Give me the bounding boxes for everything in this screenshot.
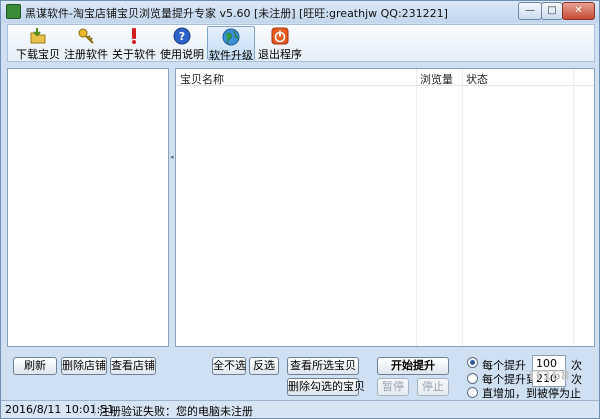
option-until-stopped-label: 直增加，到被停为止 <box>482 387 581 400</box>
status-message: 注册验证失败：您的电脑未注册 <box>99 405 253 418</box>
app-icon <box>6 4 21 19</box>
maximize-button[interactable]: □ <box>541 2 563 20</box>
power-icon <box>271 27 289 45</box>
toolbar-label: 软件升级 <box>209 49 253 62</box>
minimize-button[interactable]: — <box>518 2 542 20</box>
title-bar[interactable]: 黑谋软件-淘宝店铺宝贝浏览量提升专家 v5.60 [未注册] [旺旺:great… <box>1 1 599 23</box>
refresh-button[interactable]: 刷新 <box>13 357 57 375</box>
status-bar: 2016/8/11 10:01:51 注册验证失败：您的电脑未注册 <box>1 400 599 418</box>
help-icon: ? <box>173 27 191 45</box>
list-header: 宝贝名称 浏览量 状态 <box>176 69 594 86</box>
column-divider <box>416 69 417 346</box>
toolbar-label: 退出程序 <box>258 48 302 61</box>
status-divider <box>94 403 95 416</box>
app-window: 黑谋软件-淘宝店铺宝贝浏览量提升专家 v5.60 [未注册] [旺旺:great… <box>0 0 600 419</box>
folder-download-icon <box>30 28 46 44</box>
delete-checked-items-button[interactable]: 删除勾选的宝贝 <box>287 378 365 396</box>
column-divider <box>573 69 574 346</box>
svg-text:?: ? <box>179 30 185 43</box>
delete-shop-button[interactable]: 删除店铺 <box>61 357 107 375</box>
item-list[interactable]: 宝贝名称 浏览量 状态 <box>175 68 595 347</box>
key-icon <box>78 28 94 44</box>
view-shop-button[interactable]: 查看店铺 <box>110 357 156 375</box>
start-boost-button[interactable]: 开始提升 <box>377 357 449 375</box>
invert-selection-button[interactable]: 反选 <box>249 357 279 375</box>
globe-icon <box>222 28 240 46</box>
toolbar-label: 使用说明 <box>160 48 204 61</box>
stop-button[interactable]: 停止 <box>417 378 449 396</box>
toolbar: 下载宝贝 注册软件 关于软件 ? 使用说明 软件升级 退出程序 <box>7 24 595 62</box>
option-until-stopped-radio[interactable] <box>467 387 478 398</box>
column-header-status[interactable]: 状态 <box>466 71 488 87</box>
software-upgrade-button[interactable]: 软件升级 <box>207 26 255 62</box>
view-selected-items-button[interactable]: 查看所选宝贝 <box>287 357 359 375</box>
column-divider <box>462 69 463 346</box>
close-button[interactable]: ✕ <box>562 2 595 20</box>
toolbar-label: 注册软件 <box>64 48 108 61</box>
shop-list[interactable] <box>7 68 169 347</box>
column-header-name[interactable]: 宝贝名称 <box>180 71 224 87</box>
exit-program-button[interactable]: 退出程序 <box>256 26 304 61</box>
download-items-button[interactable]: 下载宝贝 <box>14 26 62 61</box>
usage-guide-button[interactable]: ? 使用说明 <box>158 26 206 61</box>
option-fixed-count-radio[interactable] <box>467 357 478 368</box>
toolbar-label: 关于软件 <box>112 48 156 61</box>
option-boost-to-radio[interactable] <box>467 373 478 384</box>
exclamation-icon <box>132 28 136 44</box>
about-software-button[interactable]: 关于软件 <box>110 26 158 61</box>
window-title: 黑谋软件-淘宝店铺宝贝浏览量提升专家 v5.60 [未注册] [旺旺:great… <box>25 7 448 20</box>
watermark: IT168 <box>529 369 570 384</box>
pause-button[interactable]: 暂停 <box>377 378 409 396</box>
select-none-button[interactable]: 全不选 <box>212 357 246 375</box>
toolbar-label: 下载宝贝 <box>16 48 60 61</box>
register-software-button[interactable]: 注册软件 <box>62 26 110 61</box>
status-datetime: 2016/8/11 10:01:51 <box>5 403 115 416</box>
column-header-views[interactable]: 浏览量 <box>420 71 453 87</box>
